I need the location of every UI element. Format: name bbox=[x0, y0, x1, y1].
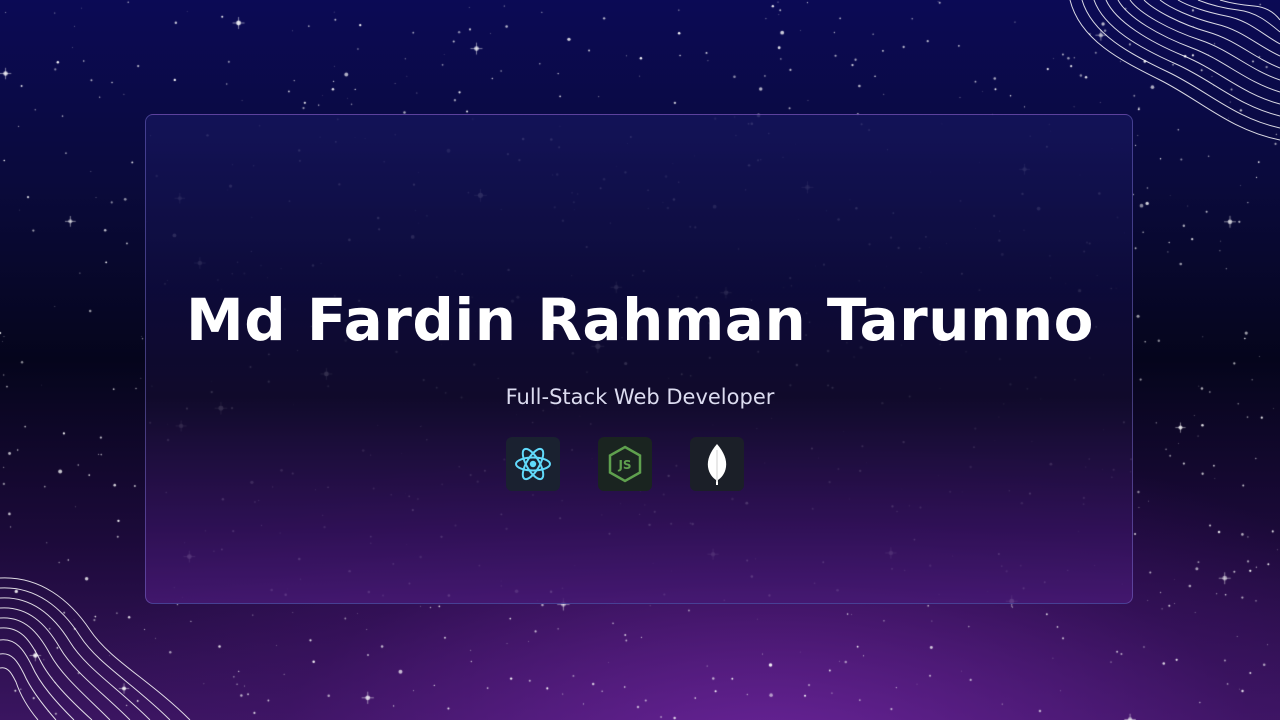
role-subtitle: Full-Stack Web Developer bbox=[505, 385, 775, 409]
tech-stack-icons: JS bbox=[146, 437, 1134, 493]
mongodb-icon bbox=[690, 437, 744, 491]
svg-text:JS: JS bbox=[617, 458, 631, 472]
nodejs-icon: JS bbox=[598, 437, 652, 491]
intro-card: Md Fardin Rahman Tarunno Full-Stack Web … bbox=[145, 114, 1133, 604]
react-icon bbox=[506, 437, 560, 491]
name-heading: Md Fardin Rahman Tarunno bbox=[186, 286, 1094, 354]
hero-slide: Md Fardin Rahman Tarunno Full-Stack Web … bbox=[0, 0, 1280, 720]
